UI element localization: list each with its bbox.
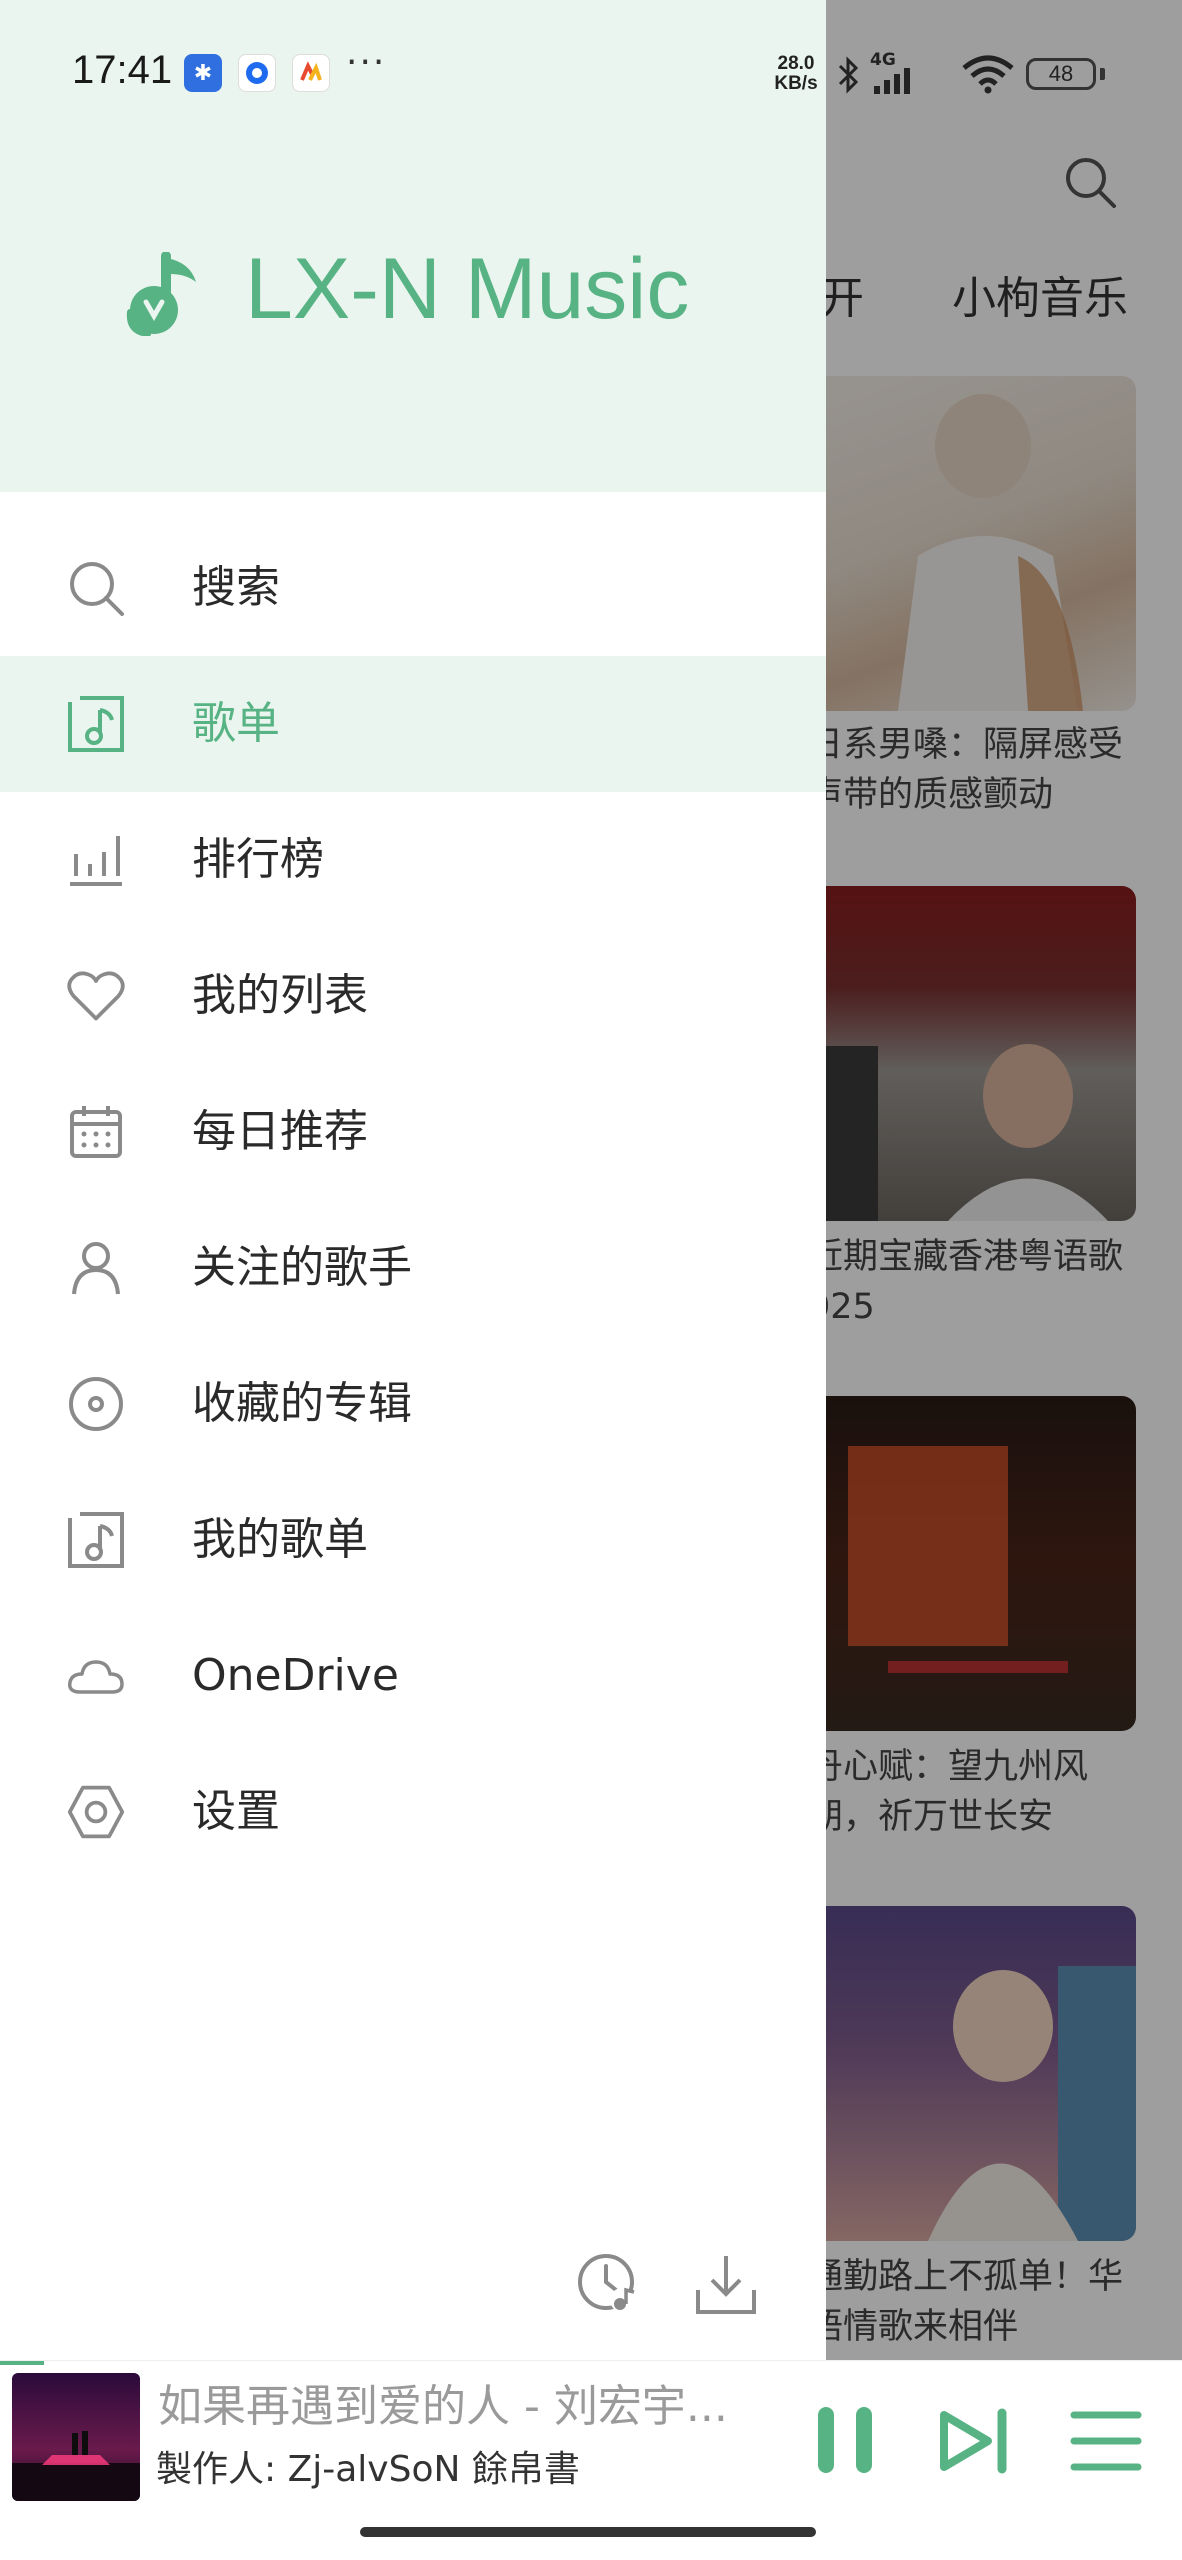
calendar-icon (66, 1102, 126, 1162)
menu-item-label: 关注的歌手 (192, 1242, 412, 1293)
menu-item-saved-albums[interactable]: 收藏的专辑 (0, 1336, 826, 1472)
menu-item-label: 我的歌单 (192, 1514, 368, 1565)
menu-item-label: 设置 (192, 1786, 280, 1837)
bluetooth-icon (838, 56, 859, 94)
track-artist[interactable]: 製作人: Zj-alvSoN 餘帛書 (156, 2445, 776, 2495)
menu-item-label: OneDrive (192, 1650, 399, 1701)
menu-item-onedrive[interactable]: OneDrive (0, 1608, 826, 1744)
app-notification-icon: ✱ (184, 54, 222, 92)
home-indicator[interactable] (360, 2527, 816, 2537)
menu-item-label: 收藏的专辑 (192, 1378, 412, 1429)
download-icon[interactable] (692, 2250, 760, 2318)
hexagon-settings-icon (66, 1782, 126, 1842)
app-logo-icon (126, 252, 196, 336)
menu-item-label: 我的列表 (192, 970, 368, 1021)
search-icon (66, 558, 126, 618)
app-title: LX-N Music (245, 241, 690, 337)
menu-item-daily-recommend[interactable]: 每日推荐 (0, 1064, 826, 1200)
playlist-menu-button[interactable] (1066, 2401, 1146, 2481)
playback-progress (0, 2361, 44, 2365)
network-speed: 28.0 KB/s (774, 53, 818, 94)
menu-item-playlists[interactable]: 歌单 (0, 656, 826, 792)
drawer-header: 17:41 ✱ ··· 28.0 KB/s 4G 48 LX-N Music (0, 0, 1105, 492)
menu-item-my-playlists[interactable]: 我的歌单 (0, 1472, 826, 1608)
disc-icon (66, 1374, 126, 1434)
track-title[interactable]: 如果再遇到爱的人 - 刘宏宇... (158, 2377, 778, 2437)
menu-item-label: 每日推荐 (192, 1106, 368, 1157)
heart-icon (66, 966, 126, 1026)
status-indicators: 28.0 KB/s 4G 48 (766, 50, 1116, 98)
menu-item-label: 排行榜 (192, 834, 324, 885)
bar-chart-icon (66, 830, 126, 890)
menu-item-settings[interactable]: 设置 (0, 1744, 826, 1880)
battery-tip (1100, 68, 1105, 80)
menu-item-search[interactable]: 搜索 (0, 520, 826, 656)
drawer-menu: 搜索 歌单 排行榜 我的列表 每日推荐 关注的歌手 收藏的专辑 我的歌单 One… (0, 520, 826, 1880)
signal-icon (874, 68, 910, 94)
music-file-icon (66, 694, 126, 754)
battery-indicator: 48 (1026, 58, 1096, 90)
menu-item-label: 搜索 (192, 562, 280, 613)
more-notifications-icon: ··· (346, 42, 387, 83)
app-notification-icon (292, 54, 330, 92)
menu-item-leaderboard[interactable]: 排行榜 (0, 792, 826, 928)
next-track-button[interactable] (936, 2401, 1016, 2481)
menu-item-label: 歌单 (192, 698, 280, 749)
app-notification-icon (238, 54, 276, 92)
play-history-icon[interactable] (574, 2250, 642, 2318)
person-icon (66, 1238, 126, 1298)
cloud-icon (66, 1646, 126, 1706)
status-time: 17:41 (72, 48, 173, 92)
menu-item-my-list[interactable]: 我的列表 (0, 928, 826, 1064)
music-file-icon (66, 1510, 126, 1570)
navigation-drawer: 17:41 ✱ ··· 28.0 KB/s 4G 48 LX-N Music 搜… (0, 0, 1105, 2360)
menu-item-followed-singers[interactable]: 关注的歌手 (0, 1200, 826, 1336)
pause-button[interactable] (806, 2401, 886, 2481)
album-cover[interactable] (12, 2373, 140, 2501)
wifi-icon (962, 55, 1014, 94)
